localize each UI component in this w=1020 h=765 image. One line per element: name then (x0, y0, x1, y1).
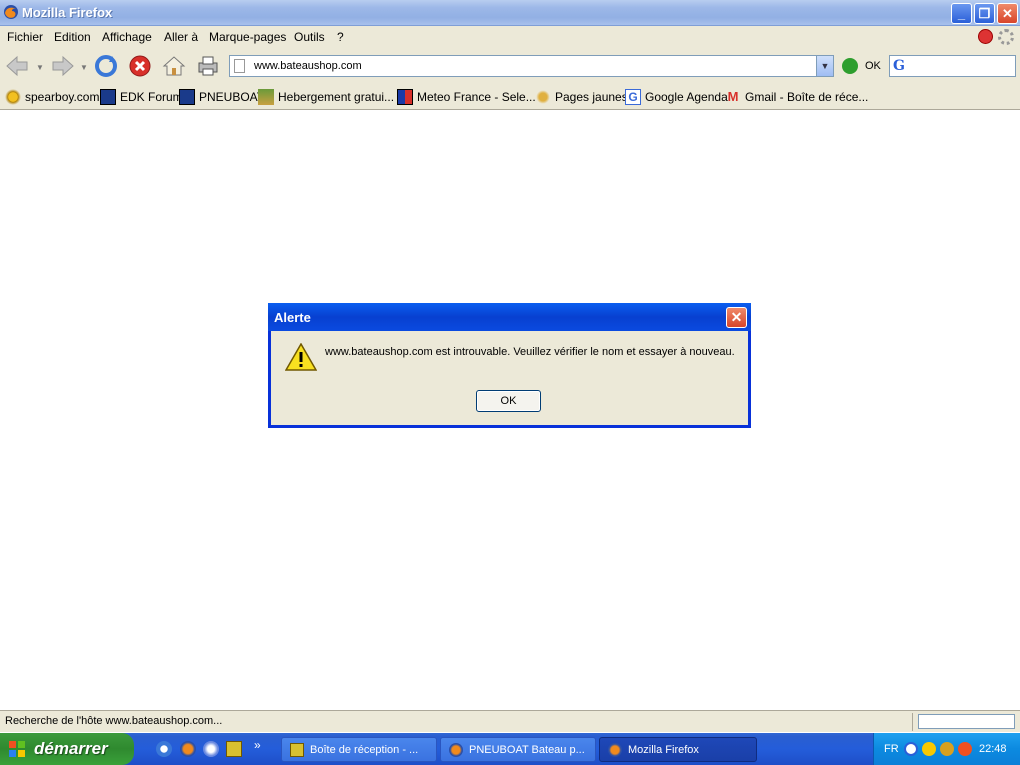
windows-flag-icon (9, 741, 25, 757)
taskbar-button-mail[interactable]: Boîte de réception - ... (281, 737, 437, 762)
home-button[interactable] (160, 52, 188, 80)
menu-fichier[interactable]: Fichier (7, 30, 43, 44)
google-icon: G (625, 89, 641, 105)
pb-icon (179, 89, 195, 105)
bookmark-meteo[interactable]: Meteo France - Sele... (397, 89, 536, 105)
url-bar[interactable]: www.bateaushop.com ▼ (229, 55, 834, 77)
forward-arrow-icon (52, 55, 74, 77)
google-search-icon[interactable]: G (893, 58, 905, 74)
bookmark-gmail[interactable]: M Gmail - Boîte de réce... (725, 89, 869, 105)
bookmark-hebergement[interactable]: Hebergement gratui... (258, 89, 394, 105)
page-icon (234, 59, 245, 73)
forward-dropdown-icon[interactable]: ▼ (80, 63, 88, 72)
firefox-task-icon (608, 742, 622, 757)
close-button[interactable]: ✕ (997, 3, 1018, 24)
clock: 22:48 (979, 743, 1007, 755)
restore-button[interactable]: ❐ (974, 3, 995, 24)
go-icon[interactable] (842, 58, 858, 74)
status-text: Recherche de l'hôte www.bateaushop.com..… (5, 715, 223, 727)
gmail-icon: M (727, 89, 739, 104)
warning-icon (285, 343, 317, 371)
throbber-icon (998, 29, 1014, 45)
printer-icon (198, 56, 218, 76)
start-label: démarrer (34, 739, 108, 758)
window-titlebar[interactable]: Mozilla Firefox _ ❐ ✕ (0, 0, 1020, 26)
bookmark-label: Meteo France - Sele... (417, 90, 536, 104)
search-input[interactable]: G (889, 55, 1016, 77)
taskbar-button-label: PNEUBOAT Bateau p... (469, 743, 585, 756)
stop-small-icon (978, 29, 993, 44)
bookmark-label: PNEUBOAT (199, 90, 265, 104)
home-icon (162, 56, 186, 76)
system-tray: FR 22:48 (873, 733, 1020, 765)
menu-marque-pages[interactable]: Marque-pages (209, 30, 286, 44)
back-button[interactable] (4, 52, 32, 80)
back-arrow-icon (6, 55, 28, 77)
bookmark-google-agenda[interactable]: G Google Agenda (625, 89, 728, 105)
mail-quicklaunch-icon[interactable] (203, 741, 219, 757)
security-shield-icon[interactable] (922, 742, 936, 756)
go-label[interactable]: OK (865, 60, 881, 72)
stop-button[interactable] (126, 52, 154, 80)
bookmark-pages-jaunes[interactable]: Pages jaunes (535, 89, 628, 105)
mail-app-icon (290, 742, 304, 757)
bookmark-edk-forum[interactable]: EDK Forum (100, 89, 183, 105)
menu-aller[interactable]: Aller à (164, 30, 198, 44)
alert-dialog: Alerte ✕ www.bateaushop.com est introuva… (268, 303, 751, 428)
alert-titlebar[interactable]: Alerte ✕ (268, 303, 751, 331)
bookmark-label: EDK Forum (120, 90, 183, 104)
stop-icon (129, 55, 151, 77)
alert-title: Alerte (274, 310, 311, 325)
quicklaunch-overflow-icon[interactable]: » (254, 738, 261, 752)
alert-close-button[interactable]: ✕ (726, 307, 747, 328)
meteo-icon (397, 89, 413, 105)
network-globe-icon[interactable] (940, 742, 954, 756)
bookmark-label: spearboy.com (25, 90, 100, 104)
url-dropdown-button[interactable]: ▼ (816, 56, 833, 76)
menu-affichage[interactable]: Affichage (102, 30, 152, 44)
menu-help[interactable]: ? (337, 30, 344, 44)
ie-icon[interactable] (156, 741, 172, 757)
walker-icon (535, 89, 551, 105)
menu-outils[interactable]: Outils (294, 30, 325, 44)
ok-button[interactable]: OK (476, 390, 541, 412)
firefox-icon (4, 5, 18, 19)
bookmarks-toolbar: spearboy.com EDK Forum PNEUBOAT Hebergem… (0, 84, 1020, 110)
reload-button[interactable] (92, 52, 120, 80)
taskbar: démarrer » Boîte de réception - ... PNEU… (0, 733, 1020, 765)
pb-icon (100, 89, 116, 105)
bookmark-pneuboat[interactable]: PNEUBOAT (179, 89, 264, 105)
alert-message: www.bateaushop.com est introuvable. Veui… (325, 346, 735, 358)
stack-icon (258, 89, 274, 105)
bookmark-label: Google Agenda (645, 90, 728, 104)
start-button[interactable]: démarrer (0, 733, 134, 765)
print-button[interactable] (194, 52, 222, 80)
language-indicator[interactable]: FR (884, 743, 899, 755)
bookmark-spearboy[interactable]: spearboy.com (5, 89, 99, 105)
taskbar-button-firefox[interactable]: Mozilla Firefox (599, 737, 757, 762)
tray-expand-icon[interactable] (904, 742, 918, 756)
progress-bar (918, 714, 1015, 729)
forward-button[interactable] (48, 52, 76, 80)
taskbar-button-label: Boîte de réception - ... (310, 743, 419, 756)
firefox-task-icon (449, 742, 463, 757)
minimize-button[interactable]: _ (951, 3, 972, 24)
bookmark-label: Pages jaunes (555, 90, 628, 104)
status-divider (912, 713, 913, 731)
url-text: www.bateaushop.com (254, 60, 362, 72)
app-quicklaunch-icon[interactable] (226, 741, 242, 757)
taskbar-button-label: Mozilla Firefox (628, 743, 699, 756)
taskbar-button-pneuboat[interactable]: PNEUBOAT Bateau p... (440, 737, 596, 762)
menu-edition[interactable]: Edition (54, 30, 91, 44)
status-bar: Recherche de l'hôte www.bateaushop.com..… (0, 710, 1020, 732)
firefox-quicklaunch-icon[interactable] (180, 741, 196, 757)
menu-bar: Fichier Edition Affichage Aller à Marque… (0, 26, 1020, 48)
bookmark-label: Gmail - Boîte de réce... (745, 90, 869, 104)
alert-star-icon[interactable] (958, 742, 972, 756)
sun-icon (5, 89, 21, 105)
window-title: Mozilla Firefox (22, 5, 113, 20)
back-dropdown-icon[interactable]: ▼ (36, 63, 44, 72)
reload-icon (95, 55, 117, 77)
bookmark-label: Hebergement gratui... (278, 90, 395, 104)
